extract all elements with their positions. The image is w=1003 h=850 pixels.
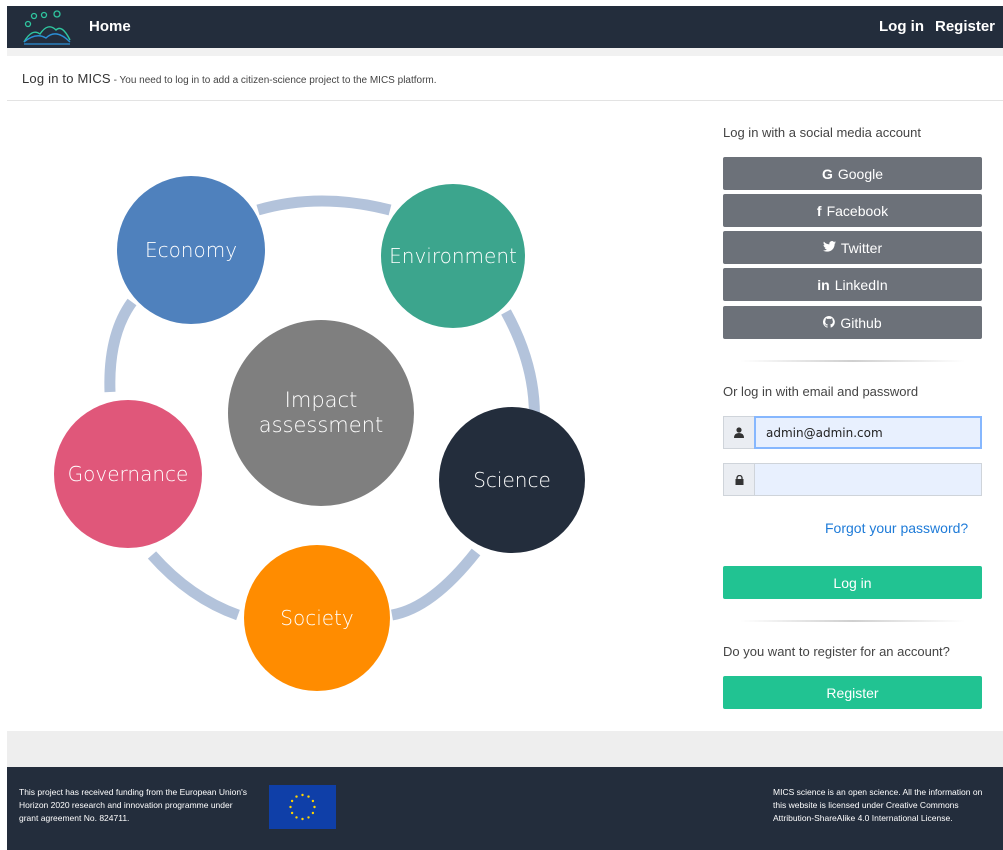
nav-login-link[interactable]: Log in [879,18,924,35]
github-icon [823,315,836,331]
twitter-login-button[interactable]: Twitter [723,231,982,264]
twitter-icon [822,240,836,255]
node-center-line2: assessment [259,413,383,437]
linkedin-login-button[interactable]: in LinkedIn [723,268,982,301]
password-input[interactable] [754,463,982,496]
nav-home-link[interactable]: Home [89,18,131,35]
page-header: Log in to MICS - You need to log in to a… [22,71,437,86]
google-icon: G [821,165,833,182]
divider-login [740,620,965,622]
node-economy-label: Economy [145,238,237,262]
page-subtitle: - You need to log in to add a citizen-sc… [110,75,437,86]
register-button[interactable]: Register [723,676,982,709]
node-environment: Environment [381,184,525,328]
node-governance-label: Governance [68,462,189,486]
social-login-label: Log in with a social media account [723,125,922,140]
node-society-label: Society [280,606,353,630]
google-label: Google [837,165,884,182]
email-input-group [723,416,982,449]
node-center: Impact assessment [228,320,414,506]
twitter-label: Twitter [840,239,883,256]
node-science: Science [439,407,585,553]
navbar: Home Log in Register [7,6,1003,48]
nav-divider [7,48,1003,56]
login-button[interactable]: Log in [723,566,982,599]
footer-spacer [7,731,1003,767]
facebook-icon: f [816,202,822,219]
eu-flag-icon [269,785,336,829]
github-label: Github [840,314,882,331]
password-input-group [723,463,982,496]
nav-register-link[interactable]: Register [935,18,995,35]
forgot-password-link[interactable]: Forgot your password? [825,520,968,536]
register-prompt: Do you want to register for an account? [723,644,950,659]
footer-license-text: MICS science is an open science. All the… [773,787,983,823]
linkedin-label: LinkedIn [834,276,888,293]
header-divider [7,100,1003,101]
linkedin-icon: in [817,276,830,293]
lock-icon [723,463,754,496]
node-economy: Economy [117,176,265,324]
node-center-line1: Impact [285,388,358,412]
footer-funding-text: This project has received funding from t… [19,787,247,823]
impact-diagram: Economy Environment Impact assessment Go… [54,176,585,691]
email-input[interactable] [754,416,982,449]
node-science-label: Science [473,468,551,492]
divider-social [740,360,965,362]
user-icon [723,416,754,449]
github-login-button[interactable]: Github [723,306,982,339]
google-login-button[interactable]: G Google [723,157,982,190]
facebook-login-button[interactable]: f Facebook [723,194,982,227]
mics-logo[interactable] [22,10,72,46]
node-society: Society [244,545,390,691]
node-governance: Governance [54,400,202,548]
node-environment-label: Environment [389,244,517,268]
email-login-label: Or log in with email and password [723,384,919,399]
footer: This project has received funding from t… [7,767,1003,850]
page-title: Log in to MICS [22,71,111,86]
facebook-label: Facebook [826,202,889,219]
